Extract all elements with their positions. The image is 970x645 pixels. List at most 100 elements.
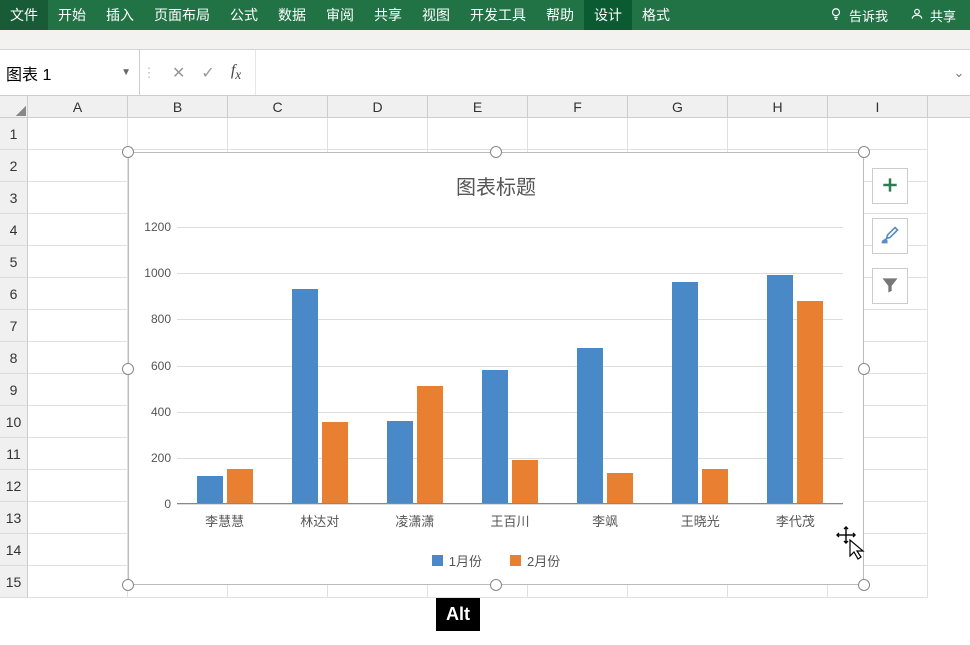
row-header[interactable]: 7 bbox=[0, 310, 28, 342]
col-header[interactable]: G bbox=[628, 96, 728, 117]
resize-handle-bm[interactable] bbox=[490, 579, 502, 591]
bar[interactable] bbox=[322, 422, 348, 504]
legend-item-2[interactable]: 2月份 bbox=[510, 551, 560, 570]
cell[interactable] bbox=[28, 566, 128, 598]
col-header[interactable]: E bbox=[428, 96, 528, 117]
col-header[interactable]: F bbox=[528, 96, 628, 117]
row-header[interactable]: 13 bbox=[0, 502, 28, 534]
cell[interactable] bbox=[28, 438, 128, 470]
resize-handle-tm[interactable] bbox=[490, 146, 502, 158]
fx-confirm-icon[interactable]: ✓ bbox=[201, 63, 214, 83]
bar[interactable] bbox=[227, 469, 253, 504]
cell[interactable] bbox=[128, 118, 228, 150]
bar[interactable] bbox=[702, 469, 728, 504]
bar[interactable] bbox=[482, 370, 508, 504]
resize-handle-ml[interactable] bbox=[122, 363, 134, 375]
row-header[interactable]: 9 bbox=[0, 374, 28, 406]
col-header[interactable]: B bbox=[128, 96, 228, 117]
ribbon-tab-help[interactable]: 帮助 bbox=[536, 0, 584, 30]
col-header[interactable]: D bbox=[328, 96, 428, 117]
bar-group[interactable] bbox=[558, 227, 653, 504]
row-header[interactable]: 1 bbox=[0, 118, 28, 150]
cell[interactable] bbox=[28, 214, 128, 246]
row-header[interactable]: 4 bbox=[0, 214, 28, 246]
tell-me[interactable]: 告诉我 bbox=[829, 6, 888, 25]
cell[interactable] bbox=[28, 502, 128, 534]
row-header[interactable]: 6 bbox=[0, 278, 28, 310]
chart-elements-button[interactable] bbox=[872, 168, 908, 204]
formula-expand-icon[interactable]: ⌄ bbox=[948, 65, 970, 81]
bar[interactable] bbox=[672, 282, 698, 504]
row-header[interactable]: 8 bbox=[0, 342, 28, 374]
ribbon-tab-file[interactable]: 文件 bbox=[0, 0, 48, 30]
ribbon-tab-layout[interactable]: 页面布局 bbox=[144, 0, 220, 30]
ribbon-tab-insert[interactable]: 插入 bbox=[96, 0, 144, 30]
ribbon-tab-format[interactable]: 格式 bbox=[632, 0, 680, 30]
bar[interactable] bbox=[797, 301, 823, 504]
cell[interactable] bbox=[28, 406, 128, 438]
bar[interactable] bbox=[512, 460, 538, 504]
bar[interactable] bbox=[577, 348, 603, 504]
cell[interactable] bbox=[28, 278, 128, 310]
resize-handle-br[interactable] bbox=[858, 579, 870, 591]
row-header[interactable]: 15 bbox=[0, 566, 28, 598]
cell[interactable] bbox=[628, 118, 728, 150]
name-box[interactable]: 图表 1 ▼ bbox=[0, 50, 140, 95]
cell[interactable] bbox=[28, 310, 128, 342]
cell[interactable] bbox=[28, 534, 128, 566]
chart-styles-button[interactable] bbox=[872, 218, 908, 254]
bar-group[interactable] bbox=[653, 227, 748, 504]
cell[interactable] bbox=[728, 118, 828, 150]
resize-handle-tr[interactable] bbox=[858, 146, 870, 158]
cell[interactable] bbox=[28, 246, 128, 278]
chart-object[interactable]: 图表标题 020040060080010001200 李慧慧林达对凌潇潇王百川李… bbox=[128, 152, 864, 585]
row-header[interactable]: 10 bbox=[0, 406, 28, 438]
row-header[interactable]: 14 bbox=[0, 534, 28, 566]
cell[interactable] bbox=[328, 118, 428, 150]
bar[interactable] bbox=[292, 289, 318, 504]
bar-group[interactable] bbox=[272, 227, 367, 504]
bar-group[interactable] bbox=[177, 227, 272, 504]
ribbon-tab-view[interactable]: 视图 bbox=[412, 0, 460, 30]
bar-group[interactable] bbox=[367, 227, 462, 504]
row-header[interactable]: 12 bbox=[0, 470, 28, 502]
col-header[interactable]: C bbox=[228, 96, 328, 117]
bar[interactable] bbox=[197, 476, 223, 504]
row-header[interactable]: 5 bbox=[0, 246, 28, 278]
bar[interactable] bbox=[417, 386, 443, 504]
bar-group[interactable] bbox=[748, 227, 843, 504]
cell[interactable] bbox=[28, 182, 128, 214]
cell[interactable] bbox=[28, 470, 128, 502]
cell[interactable] bbox=[528, 118, 628, 150]
resize-handle-mr[interactable] bbox=[858, 363, 870, 375]
ribbon-tab-share-tab[interactable]: 共享 bbox=[364, 0, 412, 30]
ribbon-tab-developer[interactable]: 开发工具 bbox=[460, 0, 536, 30]
ribbon-tab-formulas[interactable]: 公式 bbox=[220, 0, 268, 30]
bar[interactable] bbox=[607, 473, 633, 504]
legend-item-1[interactable]: 1月份 bbox=[432, 551, 482, 570]
fx-icon[interactable]: fx bbox=[231, 62, 241, 83]
cell[interactable] bbox=[28, 374, 128, 406]
ribbon-tab-design[interactable]: 设计 bbox=[584, 0, 632, 30]
ribbon-tab-review[interactable]: 审阅 bbox=[316, 0, 364, 30]
cell[interactable] bbox=[28, 150, 128, 182]
select-all-corner[interactable] bbox=[0, 96, 28, 117]
ribbon-tab-home[interactable]: 开始 bbox=[48, 0, 96, 30]
plot-area[interactable]: 020040060080010001200 李慧慧林达对凌潇潇王百川李飒王晓光李… bbox=[177, 227, 843, 504]
legend[interactable]: 1月份 2月份 bbox=[129, 551, 863, 570]
bar[interactable] bbox=[387, 421, 413, 504]
resize-handle-tl[interactable] bbox=[122, 146, 134, 158]
chart-title[interactable]: 图表标题 bbox=[129, 153, 863, 200]
cell[interactable] bbox=[28, 118, 128, 150]
cell[interactable] bbox=[828, 118, 928, 150]
chart-filter-button[interactable] bbox=[872, 268, 908, 304]
col-header[interactable]: I bbox=[828, 96, 928, 117]
row-header[interactable]: 2 bbox=[0, 150, 28, 182]
fx-cancel-icon[interactable]: ✕ bbox=[172, 63, 185, 83]
col-header[interactable]: H bbox=[728, 96, 828, 117]
name-box-dropdown-icon[interactable]: ▼ bbox=[113, 67, 139, 78]
bar[interactable] bbox=[767, 275, 793, 504]
cell[interactable] bbox=[228, 118, 328, 150]
bar-group[interactable] bbox=[462, 227, 557, 504]
formula-input[interactable] bbox=[256, 50, 948, 95]
